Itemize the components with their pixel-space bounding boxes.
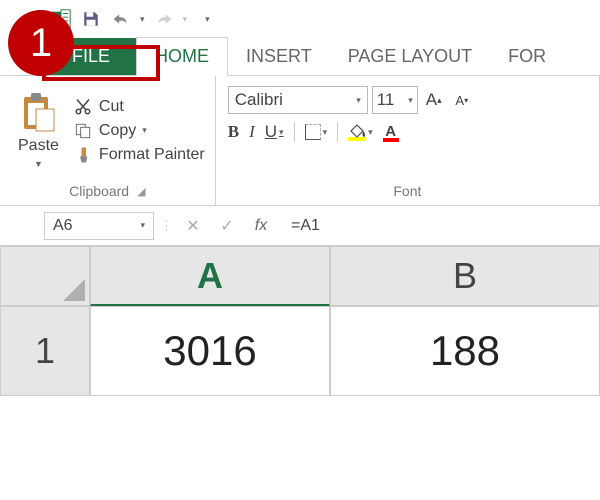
format-painter-button[interactable]: Format Painter — [73, 146, 205, 164]
cell-b1[interactable]: 188 — [330, 306, 600, 396]
increase-font-icon[interactable]: A▴ — [422, 88, 446, 112]
row-header-1[interactable]: 1 — [0, 306, 90, 396]
chevron-down-icon: ▾ — [140, 220, 145, 231]
group-clipboard: Paste ▼ Cut Copy ▾ — [0, 76, 216, 205]
cut-label: Cut — [99, 98, 124, 116]
clipboard-icon — [20, 93, 56, 133]
quick-access-toolbar: X ▾ ▾ ▾ — [0, 0, 600, 38]
bucket-icon — [348, 123, 366, 141]
font-size-select[interactable]: 11 ▾ — [372, 86, 418, 114]
column-header-a[interactable]: A — [90, 246, 330, 306]
chevron-down-icon: ▾ — [323, 127, 328, 138]
italic-button[interactable]: I — [249, 122, 255, 142]
spreadsheet-grid: A B 1 3016 188 — [0, 246, 600, 396]
copy-dropdown-icon[interactable]: ▾ — [142, 125, 147, 136]
border-button[interactable]: ▾ — [305, 124, 328, 140]
font-size-value: 11 — [377, 90, 395, 110]
chevron-down-icon: ▾ — [356, 95, 361, 106]
tab-insert[interactable]: INSERT — [228, 38, 330, 75]
tab-page-layout[interactable]: PAGE LAYOUT — [330, 38, 490, 75]
format-painter-label: Format Painter — [99, 146, 205, 164]
redo-icon[interactable] — [153, 8, 175, 30]
clipboard-launcher-icon[interactable]: ◢ — [137, 185, 145, 198]
enter-formula-icon[interactable]: ✓ — [213, 212, 241, 240]
name-box-value: A6 — [53, 217, 73, 235]
formula-input[interactable]: =A1 — [281, 217, 570, 235]
font-color-icon: A — [383, 123, 399, 142]
redo-dropdown-icon[interactable]: ▾ — [183, 14, 188, 25]
undo-icon[interactable] — [110, 8, 132, 30]
separator — [337, 122, 338, 142]
annotation-badge: 1 — [8, 10, 74, 76]
name-box[interactable]: A6 ▾ — [44, 212, 154, 240]
chevron-down-icon: ▾ — [368, 127, 373, 138]
tab-formulas[interactable]: FOR — [490, 38, 564, 75]
underline-button[interactable]: U ▾ — [265, 122, 284, 142]
select-all-corner[interactable] — [0, 246, 90, 306]
font-name-value: Calibri — [235, 90, 283, 110]
cut-button[interactable]: Cut — [73, 98, 205, 116]
chevron-down-icon: ▾ — [408, 95, 413, 106]
copy-button[interactable]: Copy ▾ — [73, 122, 205, 140]
select-all-icon — [63, 279, 85, 301]
undo-dropdown-icon[interactable]: ▾ — [140, 14, 145, 25]
font-color-button[interactable]: A — [383, 123, 399, 142]
decrease-font-icon[interactable]: A▾ — [450, 88, 474, 112]
separator: ⋮ — [160, 218, 173, 234]
ribbon-tabs: FILE HOME INSERT PAGE LAYOUT FOR — [0, 38, 600, 76]
font-name-select[interactable]: Calibri ▾ — [228, 86, 368, 114]
copy-label: Copy — [99, 122, 136, 140]
paste-button[interactable]: Paste ▼ — [10, 82, 67, 179]
formula-bar: A6 ▾ ⋮ ✕ ✓ fx =A1 — [0, 206, 600, 246]
cancel-formula-icon[interactable]: ✕ — [179, 212, 207, 240]
fill-color-button[interactable]: ▾ — [348, 123, 373, 141]
cell-a1[interactable]: 3016 — [90, 306, 330, 396]
copy-icon — [73, 122, 93, 140]
scissors-icon — [73, 98, 93, 116]
ribbon: Paste ▼ Cut Copy ▾ — [0, 76, 600, 206]
paste-label: Paste — [18, 137, 59, 155]
paste-dropdown-icon[interactable]: ▼ — [34, 159, 43, 169]
customize-qat-icon[interactable]: ▾ — [205, 14, 210, 25]
bold-button[interactable]: B — [228, 122, 239, 142]
border-icon — [305, 124, 321, 140]
group-font: Calibri ▾ 11 ▾ A▴ A▾ B I U ▾ — [216, 76, 600, 205]
clipboard-group-label: Clipboard — [69, 183, 129, 199]
separator — [294, 122, 295, 142]
paintbrush-icon — [73, 146, 93, 164]
save-icon[interactable] — [80, 8, 102, 30]
chevron-down-icon: ▾ — [279, 127, 284, 138]
tab-home[interactable]: HOME — [136, 37, 228, 76]
column-header-b[interactable]: B — [330, 246, 600, 306]
font-group-label: Font — [393, 183, 421, 199]
fx-icon[interactable]: fx — [247, 212, 275, 240]
